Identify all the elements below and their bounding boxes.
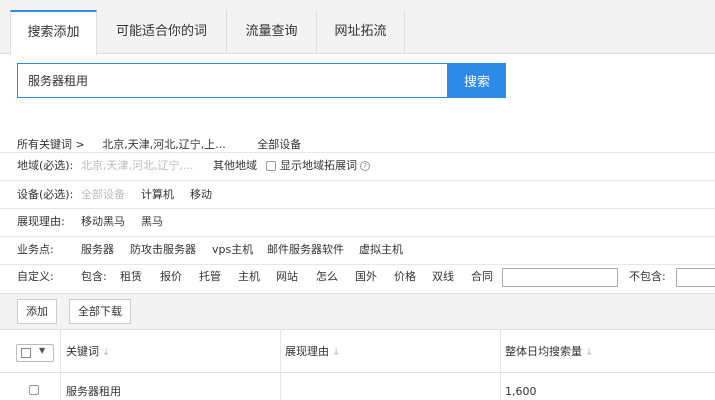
- select-all-dropdown[interactable]: ▼: [16, 344, 54, 362]
- custom-option[interactable]: 国外: [355, 267, 377, 287]
- custom-option[interactable]: 价格: [394, 267, 416, 287]
- custom-option[interactable]: 合同: [471, 267, 493, 287]
- exclude-label: 不包含:: [629, 270, 666, 283]
- select-all-checkbox[interactable]: [21, 348, 31, 358]
- download-all-button[interactable]: 全部下载: [69, 299, 131, 324]
- reason-option-darkhorse[interactable]: 黑马: [141, 212, 163, 232]
- filter-region: 地域(必选): 北京,天津,河北,辽宁,... 其他地域 显示地域拓展词 ?: [17, 156, 715, 176]
- device-option-mobile[interactable]: 移动: [190, 185, 212, 205]
- reason-option-mobile-darkhorse[interactable]: 移动黑马: [81, 212, 125, 232]
- exclude-input[interactable]: [676, 268, 715, 287]
- search-bar: 搜索: [17, 63, 506, 98]
- filter-reason: 展现理由: 移动黑马 黑马: [17, 212, 715, 232]
- filter-label: 业务点:: [17, 243, 54, 256]
- custom-option[interactable]: 双线: [432, 267, 454, 287]
- column-header-label: 展现理由: [285, 345, 329, 358]
- divider: [0, 180, 715, 181]
- sort-icon[interactable]: ↓: [102, 347, 110, 358]
- table-row: 服务器租用 1,600: [0, 373, 715, 400]
- divider: [0, 264, 715, 265]
- tab-bar: 搜索添加 可能适合你的词 流量查询 网址拓流: [0, 0, 715, 55]
- breadcrumb-root[interactable]: 所有关键词 >: [17, 138, 85, 151]
- custom-option[interactable]: 托管: [199, 267, 221, 287]
- custom-option[interactable]: 租赁: [120, 267, 142, 287]
- tab-url-expand[interactable]: 网址拓流: [317, 10, 405, 54]
- search-input[interactable]: [17, 63, 448, 98]
- help-icon[interactable]: ?: [360, 161, 370, 171]
- show-region-expand-label[interactable]: 显示地域拓展词: [280, 156, 357, 176]
- column-header-keyword[interactable]: 关键词 ↓: [66, 330, 110, 373]
- table-header: ▼ 关键词 ↓ 展现理由 ↓ 整体日均搜索量 ↓: [0, 330, 715, 400]
- volume-cell: 1,600: [505, 385, 537, 398]
- sort-icon[interactable]: ↓: [332, 347, 340, 358]
- keyword-cell: 服务器租用: [66, 385, 121, 398]
- action-toolbar: 添加 全部下载: [0, 293, 715, 330]
- filter-label: 展现理由:: [17, 215, 65, 228]
- sort-icon[interactable]: ↓: [585, 347, 593, 358]
- tab-suggested-words[interactable]: 可能适合你的词: [97, 10, 227, 54]
- column-header-reason[interactable]: 展现理由 ↓: [285, 330, 340, 373]
- filter-business: 业务点: 服务器 防攻击服务器 vps主机 邮件服务器软件 虚拟主机: [17, 240, 715, 260]
- custom-option[interactable]: 怎么: [316, 267, 338, 287]
- divider: [0, 208, 715, 209]
- column-header-volume[interactable]: 整体日均搜索量 ↓: [505, 330, 593, 373]
- include-label: 包含:: [81, 270, 107, 283]
- filter-device: 设备(必选): 全部设备 计算机 移动: [17, 185, 715, 205]
- business-option[interactable]: 服务器: [81, 240, 114, 260]
- filter-label: 地域(必选):: [17, 159, 74, 172]
- column-header-label: 整体日均搜索量: [505, 345, 582, 358]
- show-region-expand-checkbox[interactable]: [266, 161, 276, 171]
- tab-search-add[interactable]: 搜索添加: [10, 10, 97, 55]
- custom-option[interactable]: 报价: [160, 267, 182, 287]
- business-option[interactable]: 邮件服务器软件: [267, 240, 344, 260]
- custom-option[interactable]: 主机: [238, 267, 260, 287]
- search-button[interactable]: 搜索: [448, 63, 506, 98]
- row-checkbox[interactable]: [29, 385, 39, 395]
- business-option[interactable]: vps主机: [212, 240, 253, 260]
- column-header-label: 关键词: [66, 345, 99, 358]
- tab-traffic-query[interactable]: 流量查询: [227, 10, 317, 54]
- breadcrumb-tag-region[interactable]: 北京,天津,河北,辽宁,上...: [102, 138, 225, 151]
- region-select[interactable]: 北京,天津,河北,辽宁,...: [81, 156, 193, 176]
- other-region-link[interactable]: 其他地域: [213, 156, 257, 176]
- custom-option[interactable]: 网站: [276, 267, 298, 287]
- filter-label: 设备(必选):: [17, 188, 74, 201]
- business-option[interactable]: 虚拟主机: [359, 240, 403, 260]
- include-input[interactable]: [502, 268, 618, 287]
- breadcrumb: 所有关键词 > 北京,天津,河北,辽宁,上... 全部设备: [17, 136, 309, 152]
- filter-label: 自定义:: [17, 270, 54, 283]
- add-button[interactable]: 添加: [17, 299, 57, 324]
- chevron-down-icon[interactable]: ▼: [39, 346, 45, 355]
- device-option-computer[interactable]: 计算机: [141, 185, 174, 205]
- breadcrumb-tag-device[interactable]: 全部设备: [257, 138, 301, 151]
- business-option[interactable]: 防攻击服务器: [130, 240, 196, 260]
- divider: [0, 152, 715, 153]
- device-option-all[interactable]: 全部设备: [81, 185, 125, 205]
- divider: [0, 236, 715, 237]
